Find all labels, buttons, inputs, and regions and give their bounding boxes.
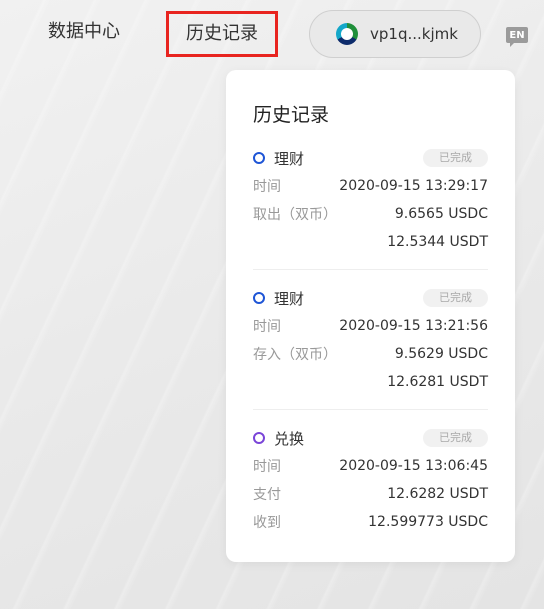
panel-title: 历史记录 bbox=[253, 104, 330, 126]
time-label: 时间 bbox=[253, 319, 281, 335]
entry-type: 理财 bbox=[274, 289, 305, 308]
wallet-button[interactable]: vp1q...kjmk bbox=[309, 10, 481, 58]
status-badge: 已完成 bbox=[423, 429, 488, 447]
entry-type: 理财 bbox=[274, 149, 305, 168]
time-value: 2020-09-15 13:29:17 bbox=[339, 178, 488, 194]
status-badge: 已完成 bbox=[423, 149, 488, 167]
time-value: 2020-09-15 13:06:45 bbox=[339, 458, 488, 474]
pay-amount: 12.6282 USDT bbox=[387, 486, 488, 502]
amount-value: 12.6281 USDT bbox=[387, 374, 488, 390]
action-label: 存入（双币） bbox=[253, 347, 337, 363]
amount-value: 9.5629 USDC bbox=[394, 346, 488, 362]
history-entry: 理财 已完成 时间 2020-09-15 13:29:17 取出（双币） 9.6… bbox=[253, 144, 488, 256]
finance-dot-icon bbox=[253, 152, 265, 164]
history-panel: 历史记录 理财 已完成 时间 2020-09-15 13:29:17 取出（双币… bbox=[226, 70, 515, 562]
nav-history[interactable]: 历史记录 bbox=[166, 11, 278, 57]
receive-amount: 12.599773 USDC bbox=[368, 514, 488, 530]
receive-label: 收到 bbox=[253, 515, 281, 531]
nav-data-center[interactable]: 数据中心 bbox=[48, 18, 120, 46]
divider bbox=[253, 409, 488, 410]
nav-history-label: 历史记录 bbox=[186, 23, 258, 44]
amount-value: 9.6565 USDC bbox=[394, 206, 488, 222]
amount-value: 12.5344 USDT bbox=[387, 234, 488, 250]
history-entry: 理财 已完成 时间 2020-09-15 13:21:56 存入（双币） 9.5… bbox=[253, 284, 488, 396]
swap-dot-icon bbox=[253, 432, 265, 444]
time-label: 时间 bbox=[253, 459, 281, 475]
divider bbox=[253, 269, 488, 270]
pay-label: 支付 bbox=[253, 487, 281, 503]
language-switch[interactable]: EN bbox=[506, 27, 528, 47]
time-value: 2020-09-15 13:21:56 bbox=[339, 318, 488, 334]
history-entry: 兑换 已完成 时间 2020-09-15 13:06:45 支付 12.6282… bbox=[253, 424, 488, 536]
time-label: 时间 bbox=[253, 179, 281, 195]
action-label: 取出（双币） bbox=[253, 207, 337, 223]
finance-dot-icon bbox=[253, 292, 265, 304]
entry-type: 兑换 bbox=[274, 429, 305, 448]
status-badge: 已完成 bbox=[423, 289, 488, 307]
wallet-logo-icon bbox=[336, 23, 358, 45]
wallet-address: vp1q...kjmk bbox=[370, 25, 458, 43]
